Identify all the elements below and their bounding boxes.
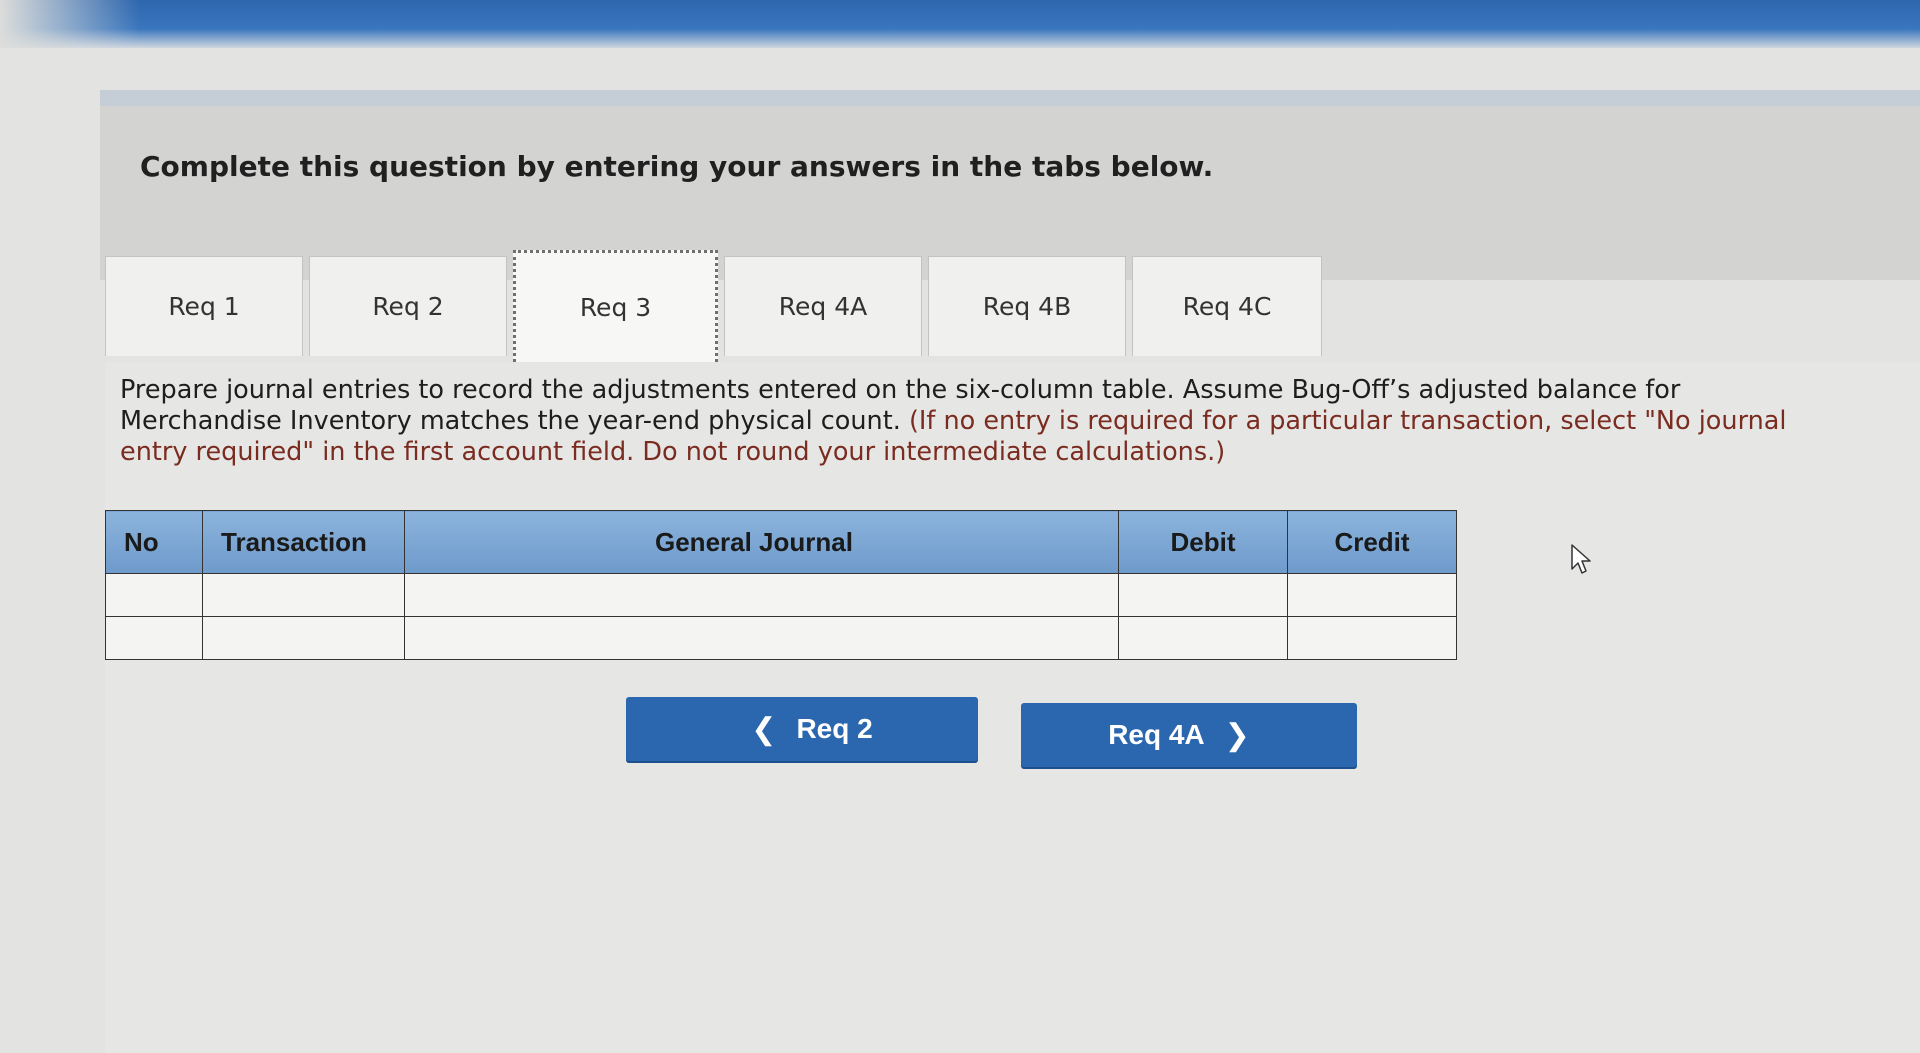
table-header-row: No Transaction General Journal Debit Cre… (105, 510, 1457, 574)
cell-transaction[interactable] (202, 616, 405, 660)
mouse-pointer-icon (1571, 544, 1591, 574)
tab-req-1[interactable]: Req 1 (105, 256, 303, 356)
cell-no[interactable] (105, 573, 203, 617)
next-requirement-button[interactable]: Req 4A ❯ (1021, 703, 1357, 767)
column-header-credit: Credit (1287, 510, 1457, 574)
column-header-no: No (105, 510, 203, 574)
cell-debit[interactable] (1118, 616, 1288, 660)
prev-button-label: Req 2 (796, 713, 873, 744)
cell-transaction[interactable] (202, 573, 405, 617)
cell-no[interactable] (105, 616, 203, 660)
tab-req-2[interactable]: Req 2 (309, 256, 507, 356)
requirement-tabs: Req 1 Req 2 Req 3 Req 4A Req 4B Req 4C (105, 250, 1328, 362)
cell-credit[interactable] (1287, 616, 1457, 660)
table-row (105, 573, 1457, 617)
requirement-prompt: Prepare journal entries to record the ad… (120, 375, 1840, 468)
cell-debit[interactable] (1118, 573, 1288, 617)
cell-account[interactable] (404, 573, 1119, 617)
prev-requirement-button[interactable]: ❮ Req 2 (626, 697, 978, 761)
journal-entry-table: No Transaction General Journal Debit Cre… (105, 510, 1457, 660)
top-header-bar (0, 0, 1920, 48)
tab-req-3[interactable]: Req 3 (513, 250, 718, 362)
chevron-left-icon: ❮ (751, 712, 777, 746)
column-header-transaction: Transaction (202, 510, 405, 574)
column-header-general-journal: General Journal (404, 510, 1119, 574)
tab-req-4b[interactable]: Req 4B (928, 256, 1126, 356)
instruction-heading: Complete this question by entering your … (140, 150, 1214, 183)
column-header-debit: Debit (1118, 510, 1288, 574)
cell-account[interactable] (404, 616, 1119, 660)
next-button-label: Req 4A (1108, 719, 1205, 750)
top-bar-fade (0, 0, 140, 48)
tab-req-4c[interactable]: Req 4C (1132, 256, 1322, 356)
cell-credit[interactable] (1287, 573, 1457, 617)
tab-req-4a[interactable]: Req 4A (724, 256, 922, 356)
table-row (105, 616, 1457, 660)
chevron-right-icon: ❯ (1224, 718, 1250, 752)
